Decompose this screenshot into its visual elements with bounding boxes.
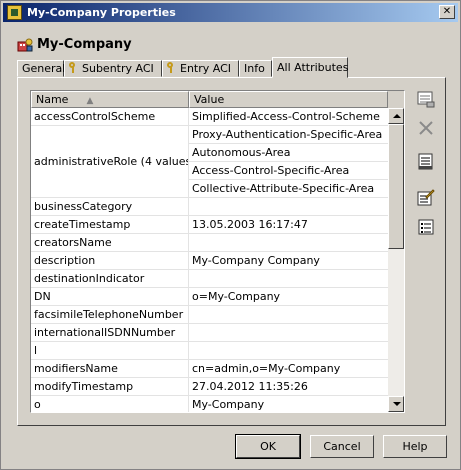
window-title: My-Company Properties [27,6,176,19]
key-icon [167,62,177,73]
help-button[interactable]: Help [383,435,447,458]
title-bar[interactable]: My-Company Properties ✕ [3,3,458,22]
edit-icon [417,189,435,206]
attribute-value[interactable]: Access-Control-Specific-Area [189,162,388,180]
tab-entry-aci[interactable]: Entry ACI [162,60,239,77]
attribute-name: facsimileTelephoneNumber [31,306,189,324]
table-row[interactable]: businessCategory [31,198,388,216]
attribute-name: DN [31,288,189,306]
attribute-value[interactable] [189,342,388,360]
attribute-name: businessCategory [31,198,189,216]
table-row[interactable]: modifyTimestamp 27.04.2012 11:35:26 [31,378,388,396]
edit-list-button[interactable] [415,151,438,173]
entry-name: My-Company [37,37,132,52]
attribute-name: modifyTimestamp [31,378,189,396]
attribute-value[interactable]: Autonomous-Area [189,144,388,162]
attribute-value[interactable]: Proxy-Authentication-Specific-Area [189,126,388,144]
table-row[interactable]: accessControlScheme Simplified-Access-Con… [31,108,388,126]
attributes-table: Name ▲ Value accessControlScheme Simplifie… [30,90,405,413]
table-row[interactable]: facsimileTelephoneNumber [31,306,388,324]
attribute-value[interactable] [189,306,388,324]
attribute-name: destinationIndicator [31,270,189,288]
scroll-corner [388,91,404,108]
table-row[interactable]: destinationIndicator [31,270,388,288]
attribute-name: creatorsName [31,234,189,252]
attribute-value[interactable]: 13.05.2003 16:17:47 [189,216,388,234]
organization-icon [17,38,33,52]
table-row[interactable]: creatorsName [31,234,388,252]
table-row[interactable]: modifiersName cn=admin,o=My-Company [31,360,388,378]
attribute-value[interactable]: My-Company [189,396,388,412]
vertical-scrollbar[interactable] [388,108,404,412]
attribute-value[interactable] [189,198,388,216]
attribute-name: description [31,252,189,270]
ok-button[interactable]: OK [235,434,301,459]
attribute-value[interactable]: Simplified-Access-Control-Scheme [189,108,388,126]
tab-info[interactable]: Info [239,60,272,77]
tab-all-attributes[interactable]: All Attributes [272,57,348,78]
delete-icon [419,121,433,135]
attribute-name: o [31,396,189,412]
table-row[interactable]: internationalISDNNumber [31,324,388,342]
properties-button[interactable] [415,216,438,238]
tab-label: Subentry ACI [82,62,154,75]
column-header-value[interactable]: Value [189,91,388,108]
app-icon [7,5,22,20]
scroll-down-button[interactable] [388,396,404,412]
scroll-thumb[interactable] [388,124,404,249]
cancel-button[interactable]: Cancel [310,435,374,458]
attribute-name: l [31,342,189,360]
attribute-name: internationalISDNNumber [31,324,189,342]
add-value-icon [417,91,435,108]
edit-list-icon [418,153,433,170]
tab-label: All Attributes [277,61,349,74]
attribute-name: accessControlScheme [31,108,189,126]
attribute-name: createTimestamp [31,216,189,234]
attribute-value[interactable] [189,324,388,342]
properties-window: My-Company Properties ✕ My-Company Gener… [0,0,461,470]
tab-label: General [22,62,66,75]
table-row[interactable]: DN o=My-Company [31,288,388,306]
table-row[interactable]: description My-Company Company [31,252,388,270]
table-row[interactable]: o My-Company [31,396,388,412]
attribute-value[interactable]: cn=admin,o=My-Company [189,360,388,378]
attribute-value[interactable]: o=My-Company [189,288,388,306]
tab-label: Entry ACI [180,62,232,75]
attribute-value[interactable]: 27.04.2012 11:35:26 [189,378,388,396]
properties-icon [418,219,434,235]
delete-button[interactable] [415,117,438,139]
table-header: Name ▲ Value [31,91,388,108]
attribute-name: modifiersName [31,360,189,378]
close-button[interactable]: ✕ [439,5,455,19]
attribute-value[interactable]: Collective-Attribute-Specific-Area [189,180,388,198]
table-row[interactable]: createTimestamp 13.05.2003 16:17:47 [31,216,388,234]
table-row[interactable]: l [31,342,388,360]
tab-general[interactable]: General [17,60,66,77]
attribute-value[interactable] [189,270,388,288]
table-row[interactable]: administrativeRole (4 values) Proxy-Authe… [31,126,388,198]
tab-subentry-aci[interactable]: Subentry ACI [64,60,162,77]
column-header-name[interactable]: Name ▲ [31,91,189,108]
scroll-up-button[interactable] [388,108,404,124]
sort-ascending-icon: ▲ [86,96,94,106]
tab-label: Info [244,62,265,75]
edit-button[interactable] [415,187,438,209]
attribute-value[interactable]: My-Company Company [189,252,388,270]
key-icon [69,62,79,73]
attribute-value[interactable] [189,234,388,252]
add-value-button[interactable] [415,88,438,110]
attribute-name: administrativeRole (4 values) [31,126,189,198]
